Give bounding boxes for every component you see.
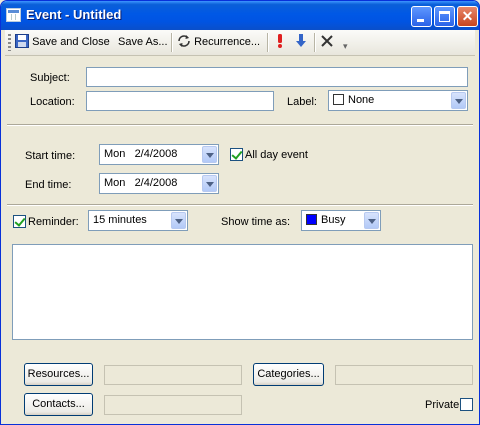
toolbar: Save and Close Save As... Recurrence...	[5, 30, 475, 56]
save-and-close-label: Save and Close	[32, 36, 110, 48]
location-label: Location:	[30, 96, 75, 108]
show-time-as-label: Show time as:	[221, 216, 291, 228]
all-day-checkbox[interactable]	[230, 148, 243, 161]
save-icon	[15, 34, 29, 48]
busy-color-swatch	[306, 214, 317, 225]
start-date-value: Mon 2/4/2008	[104, 148, 178, 160]
dropdown-arrow-icon[interactable]	[202, 175, 217, 192]
window-title: Event - Untitled	[26, 7, 122, 22]
end-date-picker[interactable]: Mon 2/4/2008	[99, 173, 219, 194]
reminder-value: 15 minutes	[93, 214, 147, 226]
dropdown-arrow-icon[interactable]	[171, 212, 186, 229]
start-time-label: Start time:	[25, 150, 76, 162]
save-as-button[interactable]: Save As...	[118, 33, 168, 52]
label-selected: None	[333, 94, 374, 106]
private-checkbox[interactable]	[460, 398, 473, 411]
delete-button[interactable]	[320, 33, 334, 52]
resources-field	[104, 365, 242, 385]
label-label: Label:	[287, 96, 317, 108]
maximize-icon	[439, 11, 450, 22]
dropdown-arrow-icon[interactable]	[202, 146, 217, 163]
calendar-icon	[6, 8, 21, 22]
show-time-as-select[interactable]: Busy	[301, 210, 381, 231]
private-label: Private	[425, 399, 460, 411]
show-time-as-value: Busy	[321, 214, 346, 226]
exclamation-icon	[278, 34, 282, 48]
toolbar-grip[interactable]	[8, 34, 11, 51]
dropdown-arrow-icon[interactable]	[451, 92, 466, 109]
minimize-button[interactable]	[411, 6, 432, 27]
subject-label: Subject:	[30, 72, 70, 84]
end-time-label: End time:	[25, 179, 72, 191]
all-day-label: All day event	[245, 149, 308, 161]
save-and-close-button[interactable]: Save and Close	[15, 33, 110, 52]
reminder-select[interactable]: 15 minutes	[88, 210, 188, 231]
end-date-value: Mon 2/4/2008	[104, 177, 178, 189]
recurrence-button[interactable]: Recurrence...	[177, 33, 260, 52]
high-importance-button[interactable]	[275, 33, 285, 52]
toolbar-separator	[267, 33, 269, 52]
toolbar-separator	[171, 33, 173, 52]
reminder-label: Reminder:	[28, 216, 79, 228]
resources-button[interactable]: Resources...	[24, 363, 93, 386]
event-window: Event - Untitled ✕ Save and Close Save A…	[0, 0, 480, 425]
label-color-swatch	[333, 94, 344, 105]
reminder-checkbox[interactable]	[13, 215, 26, 228]
categories-field	[335, 365, 473, 385]
close-icon: ✕	[461, 8, 474, 24]
save-as-label: Save As...	[118, 36, 168, 48]
recurrence-icon	[178, 35, 190, 47]
subject-input[interactable]	[86, 67, 468, 87]
maximize-button[interactable]	[434, 6, 455, 27]
location-input[interactable]	[86, 91, 274, 111]
notes-textarea[interactable]	[12, 244, 473, 340]
delete-icon	[321, 35, 333, 47]
contacts-button[interactable]: Contacts...	[24, 393, 93, 416]
contacts-field	[104, 395, 242, 415]
title-bar[interactable]: Event - Untitled ✕	[1, 1, 479, 30]
dropdown-arrow-icon[interactable]	[364, 212, 379, 229]
toolbar-separator	[314, 33, 316, 52]
show-time-as-selected: Busy	[306, 214, 345, 226]
toolbar-options-icon[interactable]: ▾	[343, 41, 348, 52]
arrow-down-icon	[296, 34, 306, 47]
close-button[interactable]: ✕	[457, 6, 478, 27]
start-date-picker[interactable]: Mon 2/4/2008	[99, 144, 219, 165]
label-select[interactable]: None	[328, 90, 468, 111]
label-value: None	[348, 94, 375, 106]
section-divider	[7, 204, 473, 206]
section-divider	[7, 124, 473, 126]
minimize-icon	[417, 19, 424, 22]
low-importance-button[interactable]	[295, 33, 307, 52]
recurrence-label: Recurrence...	[194, 36, 261, 48]
categories-button[interactable]: Categories...	[253, 363, 324, 386]
